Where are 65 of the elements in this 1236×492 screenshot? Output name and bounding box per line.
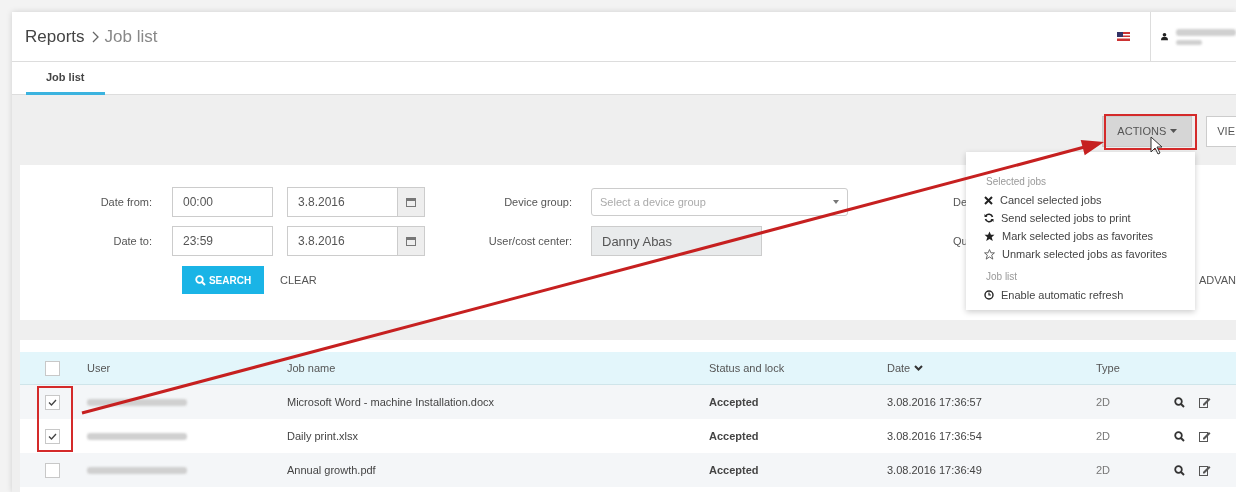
edit-icon[interactable] [1199, 464, 1211, 476]
clear-button[interactable]: CLEAR [280, 274, 317, 286]
advanced-link[interactable]: ADVAN [1198, 274, 1236, 286]
table-cell-text: Microsoft Word - machine Installation.docx [286, 396, 496, 408]
table-cell-text: Accepted [708, 396, 760, 408]
caret-icon [833, 200, 839, 204]
table-cell-text: 3.08.2016 17:36:49 [886, 464, 983, 476]
caret-icon [1170, 129, 1178, 133]
field-label: De [953, 196, 968, 208]
checkbox[interactable] [45, 360, 60, 376]
highlight-frame [37, 386, 73, 452]
search-icon[interactable] [1174, 396, 1185, 408]
menu-item[interactable]: Mark selected jobs as favorites [966, 227, 1195, 245]
checkbox[interactable] [45, 462, 60, 478]
menu-item[interactable]: Send selected jobs to print [966, 209, 1195, 227]
breadcrumb-item[interactable]: Reports [25, 26, 85, 47]
field-label: User/cost center: [487, 235, 572, 247]
close-icon [984, 195, 993, 205]
breadcrumb-item: Job list [104, 26, 158, 47]
menu-section-title: Selected jobs [985, 175, 1048, 189]
clock-icon [984, 290, 994, 300]
checkbox[interactable] [45, 394, 60, 410]
chevron-right-icon [90, 30, 99, 43]
column-header[interactable]: Type [1091, 362, 1170, 374]
search-icon[interactable] [1174, 464, 1185, 476]
date-field[interactable]: 3.8.2016 [287, 226, 425, 256]
menu-item[interactable]: Unmark selected jobs as favorites [966, 245, 1195, 263]
search-icon[interactable] [1174, 430, 1185, 442]
table-cell-text: 2D [1095, 464, 1112, 476]
check-icon [48, 398, 57, 406]
blurred-text [1176, 39, 1202, 45]
column-header[interactable]: Date [882, 362, 1091, 374]
checkbox[interactable] [45, 428, 60, 444]
menu-item[interactable]: Cancel selected jobs [966, 191, 1195, 209]
table-cell-text: Annual growth.pdf [286, 464, 377, 476]
user-icon[interactable] [1161, 31, 1168, 42]
time-field[interactable]: 00:00 [172, 187, 273, 217]
menu-item[interactable]: Enable automatic refresh [966, 286, 1195, 304]
calendar-icon [406, 236, 416, 246]
table-cell-text: 3.08.2016 17:36:54 [886, 430, 983, 442]
field-label: Date to: [112, 235, 152, 247]
field-label: Device group: [503, 196, 572, 208]
refresh-icon [984, 213, 994, 223]
star-outline-icon [984, 248, 995, 260]
time-field[interactable]: 23:59 [172, 226, 273, 256]
calendar-icon [406, 197, 416, 207]
check-icon [48, 432, 57, 440]
edit-icon[interactable] [1199, 396, 1211, 408]
edit-icon[interactable] [1199, 430, 1211, 442]
column-header[interactable]: Status and lock [704, 362, 882, 374]
menu-section-title: Job list [985, 270, 1019, 284]
column-header[interactable]: User [82, 362, 282, 374]
blurred-text [1176, 28, 1236, 36]
date-field[interactable]: 3.8.2016 [287, 187, 425, 217]
table-cell-text: 3.08.2016 17:36:57 [886, 396, 983, 408]
table-cell-text: Accepted [708, 464, 760, 476]
table-cell-text: 2D [1095, 430, 1112, 442]
flag-icon[interactable] [1117, 32, 1130, 41]
column-header[interactable]: Job name [282, 362, 704, 374]
table-cell-text: Accepted [708, 430, 760, 442]
toolbar-button[interactable]: VIE [1206, 115, 1236, 147]
field-label: Date from: [99, 196, 152, 208]
table-cell-text: 2D [1095, 396, 1112, 408]
table-cell-text: Daily print.xlsx [286, 430, 359, 442]
star-icon [984, 230, 995, 242]
